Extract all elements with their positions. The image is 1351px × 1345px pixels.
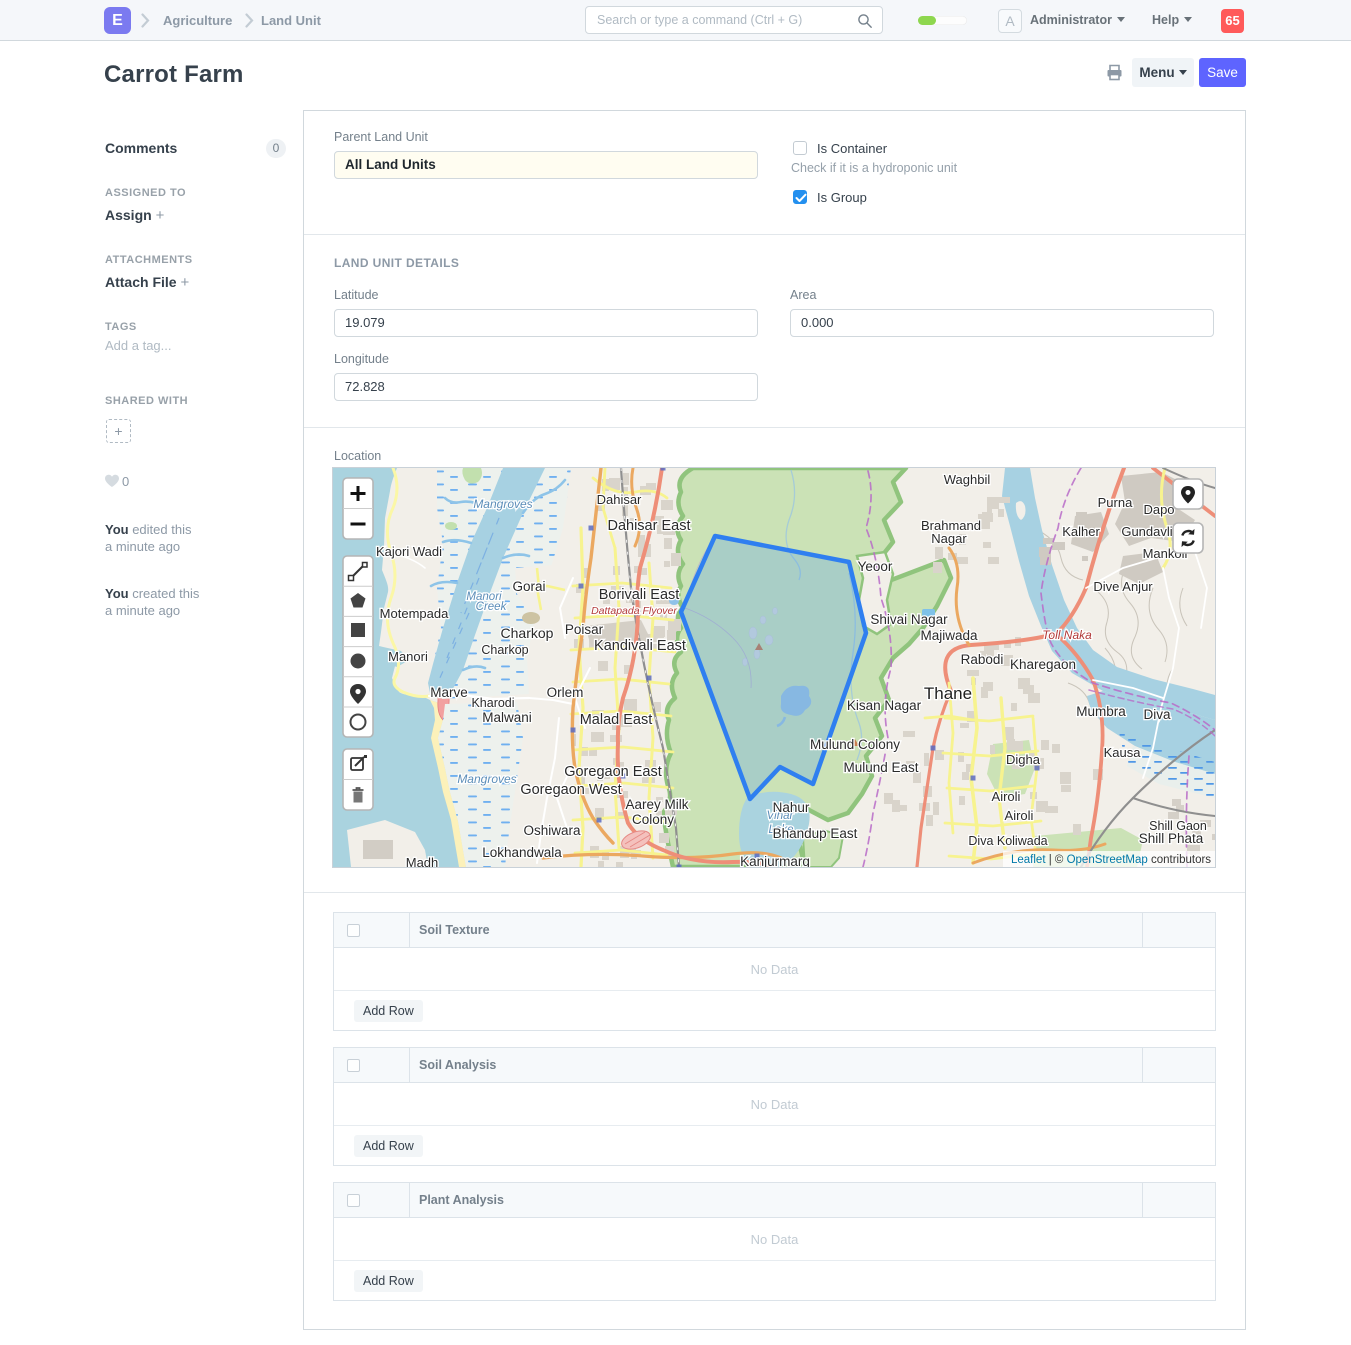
svg-text:Majiwada: Majiwada bbox=[920, 628, 978, 643]
svg-text:Mangroves: Mangroves bbox=[457, 772, 516, 786]
svg-text:Airoli: Airoli bbox=[1005, 808, 1034, 823]
svg-text:Thane: Thane bbox=[924, 684, 972, 703]
svg-text:Oshiwara: Oshiwara bbox=[523, 823, 581, 838]
svg-text:Dattapada Flyover: Dattapada Flyover bbox=[591, 605, 677, 617]
svg-text:Charkop: Charkop bbox=[501, 625, 554, 641]
svg-text:Lokhandwala: Lokhandwala bbox=[482, 845, 562, 860]
svg-text:Rabodi: Rabodi bbox=[961, 652, 1004, 667]
svg-text:Gorai: Gorai bbox=[512, 579, 545, 594]
svg-text:Borivali East: Borivali East bbox=[599, 587, 680, 603]
svg-text:Kausa: Kausa bbox=[1104, 745, 1142, 760]
svg-text:Kanjurmarg: Kanjurmarg bbox=[740, 854, 810, 867]
svg-text:Shill Phata: Shill Phata bbox=[1139, 831, 1204, 846]
svg-text:Malwani: Malwani bbox=[482, 710, 532, 725]
svg-text:Nahur: Nahur bbox=[773, 800, 810, 815]
svg-text:Motempada: Motempada bbox=[380, 606, 449, 621]
svg-text:Mulund Colony: Mulund Colony bbox=[810, 737, 900, 752]
svg-text:Mangroves: Mangroves bbox=[473, 497, 532, 511]
svg-text:Kisan Nagar: Kisan Nagar bbox=[847, 698, 922, 713]
svg-text:Creek: Creek bbox=[476, 601, 508, 613]
svg-text:Manori: Manori bbox=[388, 649, 428, 664]
svg-text:Shivai Nagar: Shivai Nagar bbox=[870, 612, 948, 627]
svg-text:Toll Naka: Toll Naka bbox=[1042, 628, 1092, 642]
svg-text:Purna: Purna bbox=[1098, 495, 1133, 510]
svg-text:Kharegaon: Kharegaon bbox=[1010, 657, 1076, 672]
svg-text:Kharodi: Kharodi bbox=[471, 696, 514, 710]
svg-text:Gundavli: Gundavli bbox=[1121, 524, 1172, 539]
svg-text:Poisar: Poisar bbox=[565, 622, 604, 637]
svg-text:Goregaon East: Goregaon East bbox=[564, 764, 662, 780]
svg-text:Marve: Marve bbox=[430, 685, 468, 700]
svg-text:Bhandup East: Bhandup East bbox=[773, 826, 858, 841]
svg-text:Diva Koliwada: Diva Koliwada bbox=[968, 834, 1047, 848]
svg-text:Kalher: Kalher bbox=[1062, 524, 1100, 539]
svg-text:Dahisar East: Dahisar East bbox=[607, 518, 690, 534]
svg-text:Aarey Milk: Aarey Milk bbox=[625, 797, 688, 812]
svg-text:Madh: Madh bbox=[406, 855, 439, 867]
svg-text:Dive Anjur: Dive Anjur bbox=[1093, 579, 1153, 594]
svg-text:Leaflet | © OpenStreetMap cont: Leaflet | © OpenStreetMap contributors bbox=[1011, 854, 1211, 866]
svg-text:Charkop: Charkop bbox=[481, 643, 528, 657]
svg-text:Goregaon West: Goregaon West bbox=[520, 782, 621, 798]
svg-text:Dahisar: Dahisar bbox=[597, 492, 642, 507]
svg-text:Digha: Digha bbox=[1006, 752, 1041, 767]
svg-text:Colony: Colony bbox=[632, 812, 674, 827]
svg-text:Airoli: Airoli bbox=[992, 789, 1021, 804]
svg-text:Malad East: Malad East bbox=[580, 712, 653, 728]
svg-text:Nagar: Nagar bbox=[931, 531, 967, 546]
svg-text:Dapo: Dapo bbox=[1143, 502, 1174, 517]
svg-text:Yeoor: Yeoor bbox=[858, 559, 893, 574]
svg-text:Kajori Wadi: Kajori Wadi bbox=[376, 544, 442, 559]
svg-text:Waghbil: Waghbil bbox=[944, 472, 991, 487]
svg-text:Diva: Diva bbox=[1143, 707, 1170, 722]
svg-text:Mumbra: Mumbra bbox=[1076, 704, 1126, 719]
svg-text:Orlem: Orlem bbox=[547, 685, 584, 700]
svg-text:Mulund East: Mulund East bbox=[843, 760, 918, 775]
svg-text:Kandivali East: Kandivali East bbox=[594, 638, 686, 654]
